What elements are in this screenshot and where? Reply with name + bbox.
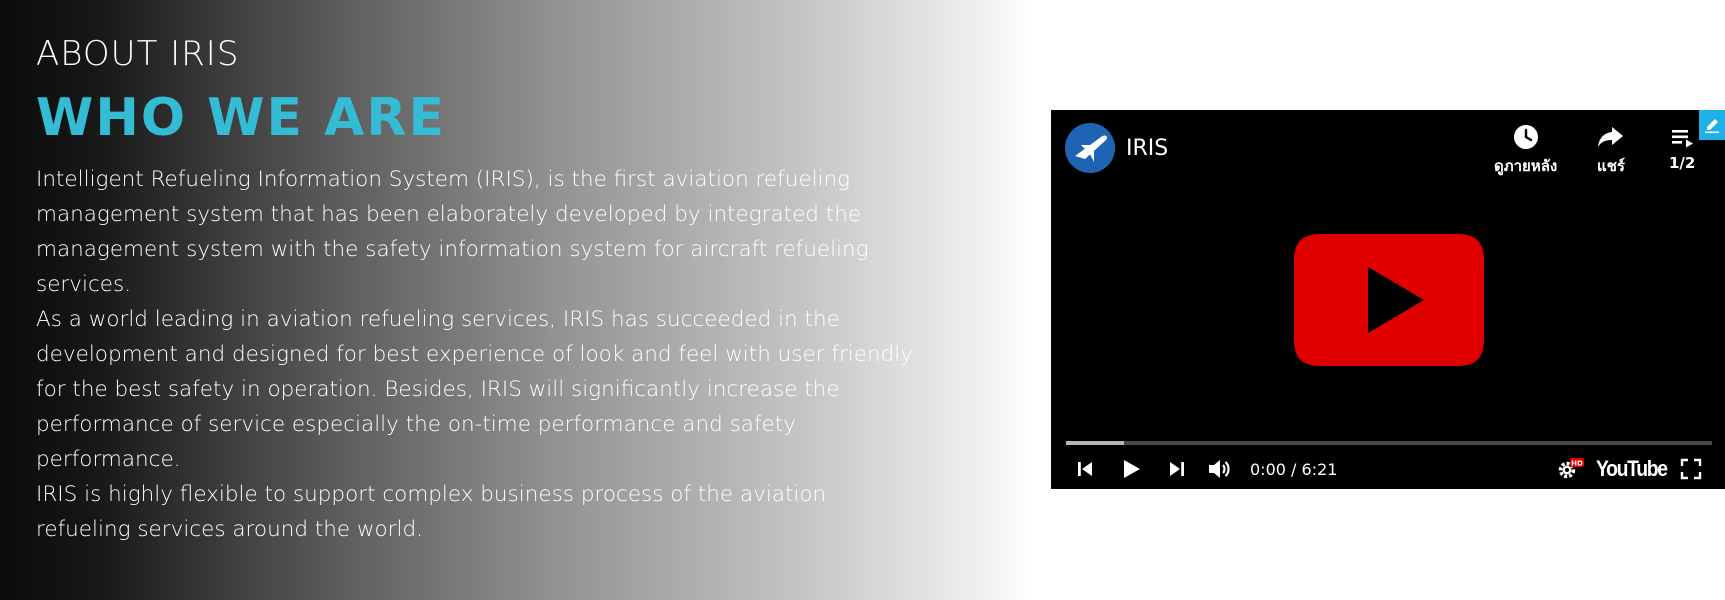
previous-button[interactable] [1075,450,1095,488]
next-button[interactable] [1167,450,1187,488]
settings-button[interactable]: HD [1556,450,1586,488]
section-heading: WHO WE ARE [36,88,446,148]
volume-icon [1209,460,1230,478]
paragraph-intro: Intelligent Refueling Information System… [36,167,869,297]
channel-avatar[interactable] [1065,123,1115,173]
paragraph-flexible: IRIS is highly flexible to support compl… [36,482,827,542]
youtube-wordmark: YouTube [1596,456,1668,481]
share-label: แชร์ [1597,157,1625,175]
volume-button[interactable] [1207,450,1233,488]
play-icon [1294,234,1484,366]
share-button[interactable]: แชร์ [1597,124,1625,178]
playlist-button[interactable]: 1/2 [1669,124,1695,172]
play-icon [1124,460,1140,478]
progress-bar[interactable] [1066,441,1712,445]
player-top-bar: IRIS ดูภายหลัง แชร์ 1/2 [1051,110,1725,190]
share-arrow-icon [1598,127,1623,147]
watch-later-label: ดูภายหลัง [1494,157,1558,175]
edit-tab[interactable] [1699,110,1725,140]
playlist-icon [1672,130,1694,148]
youtube-logo-link[interactable]: YouTube [1596,450,1676,488]
about-description: Intelligent Refueling Information System… [36,162,916,547]
fullscreen-button[interactable] [1680,450,1702,488]
time-display: 0:00 / 6:21 [1250,459,1338,479]
fullscreen-icon [1680,458,1702,480]
previous-icon [1078,462,1092,476]
progress-buffer [1066,441,1125,445]
next-icon [1170,462,1184,476]
section-eyebrow: ABOUT IRIS [36,34,240,74]
settings-gear-icon: HD [1558,458,1584,479]
large-play-button[interactable] [1291,231,1487,373]
pencil-icon [1705,119,1719,134]
youtube-player[interactable]: IRIS ดูภายหลัง แชร์ 1/2 0:00 / 6:21 HD Y… [1051,110,1725,489]
clock-icon [1513,125,1538,149]
video-title[interactable]: IRIS [1126,136,1168,161]
watch-later-button[interactable]: ดูภายหลัง [1494,124,1557,178]
play-button[interactable] [1120,450,1142,488]
playlist-index: 1/2 [1669,154,1696,172]
control-bar: 0:00 / 6:21 HD YouTube [1051,450,1725,488]
paragraph-leading: As a world leading in aviation refueling… [36,307,913,472]
airplane-icon [1065,123,1115,173]
hd-badge: HD [1571,460,1583,468]
